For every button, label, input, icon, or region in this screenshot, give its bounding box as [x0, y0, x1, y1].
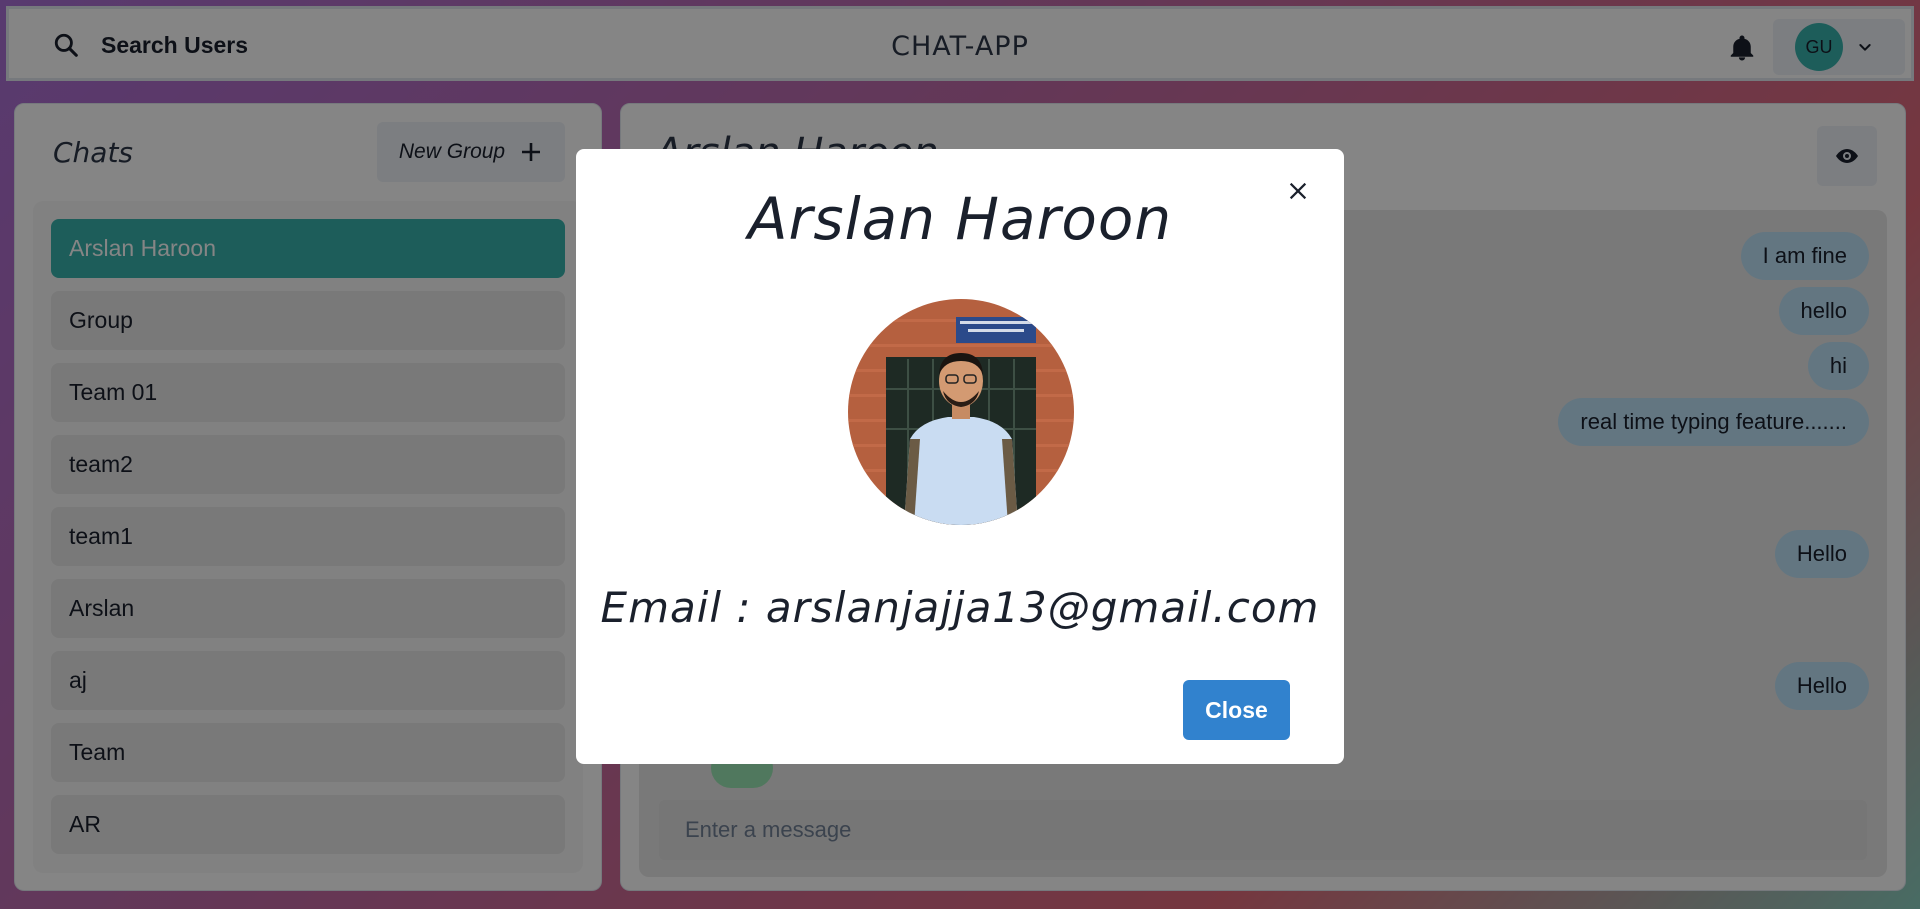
close-button[interactable]: Close	[1183, 680, 1290, 740]
close-icon[interactable]	[1276, 169, 1320, 213]
modal-email: Email : arslanjajja13@gmail.com	[600, 583, 1320, 632]
profile-modal: Arslan Haroon Email: arslanjajja13@gmai…	[576, 149, 1344, 764]
profile-picture	[848, 299, 1074, 525]
app-page: Search Users CHAT-APP GU Chats New Group…	[0, 0, 1920, 909]
modal-title: Arslan Haroon	[747, 185, 1173, 253]
